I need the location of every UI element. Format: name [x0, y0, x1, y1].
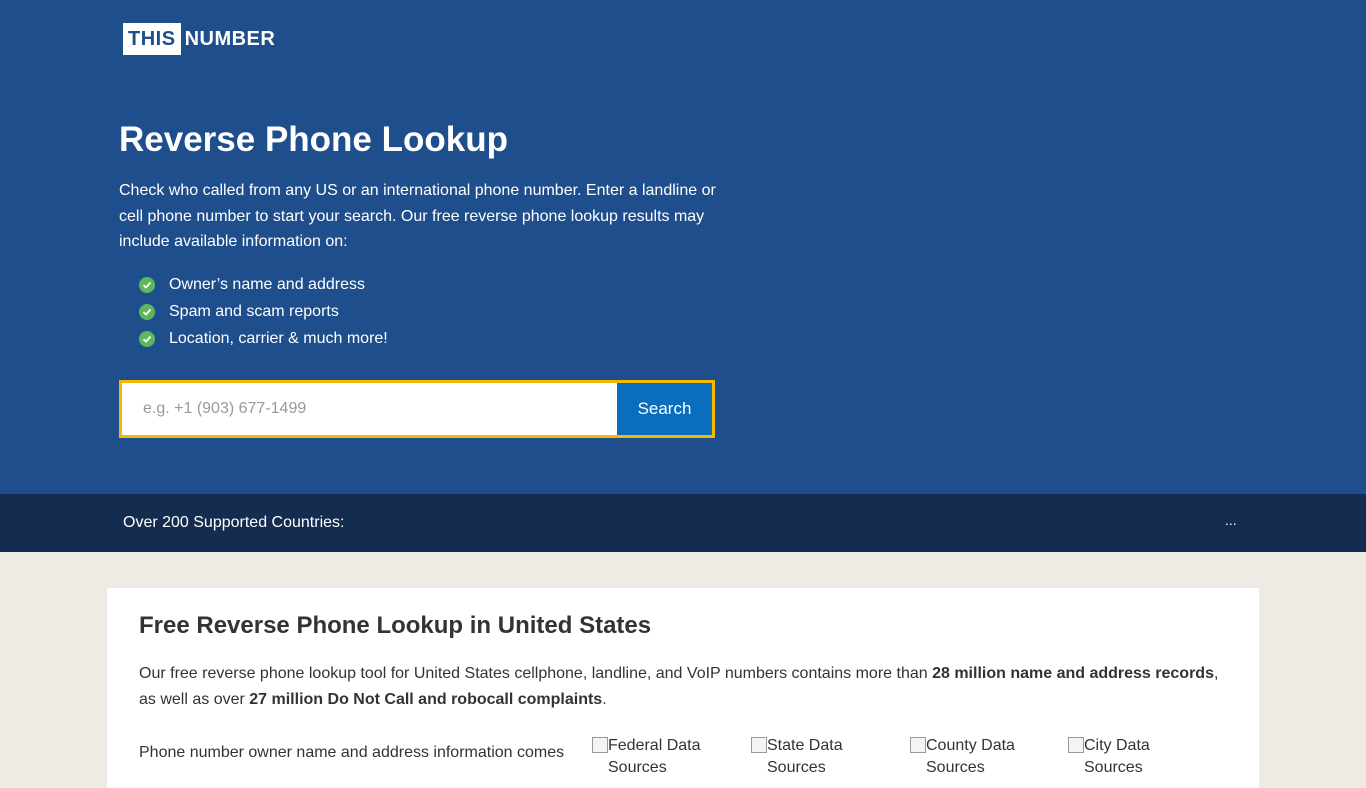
phone-search-input[interactable]	[122, 383, 617, 435]
desc-highlight: 28 million name and address records	[932, 665, 1214, 682]
state-data-image: State Data Sources	[751, 735, 881, 779]
search-button[interactable]: Search	[617, 383, 712, 435]
search-form: Search	[119, 380, 715, 438]
desc-text: Our free reverse phone lookup tool for U…	[139, 665, 933, 682]
feature-list: Owner’s name and address Spam and scam r…	[139, 271, 388, 352]
source-alt-text: Federal Data Sources	[608, 737, 701, 776]
broken-image-icon	[592, 737, 608, 753]
desc-highlight: 27 million Do Not Call and robocall comp…	[249, 691, 603, 708]
county-data-image: County Data Sources	[910, 735, 1040, 779]
feature-label: Location, carrier & much more!	[169, 329, 388, 347]
site-logo[interactable]: THIS NUMBER	[123, 23, 275, 55]
source-alt-text: State Data Sources	[767, 737, 843, 776]
check-icon	[139, 330, 155, 347]
hero-description: Check who called from any US or an inter…	[119, 182, 716, 250]
countries-bar: Over 200 Supported Countries: ...	[0, 494, 1366, 552]
feature-item: Owner’s name and address	[139, 271, 388, 298]
city-data-image: City Data Sources	[1068, 735, 1198, 779]
countries-label: Over 200 Supported Countries:	[123, 514, 345, 531]
card-description: Our free reverse phone lookup tool for U…	[139, 661, 1229, 713]
page-title: Reverse Phone Lookup	[119, 120, 508, 159]
federal-data-image: Federal Data Sources	[592, 735, 722, 779]
desc-text: .	[602, 691, 607, 708]
check-icon	[139, 276, 155, 293]
owner-info-text: Phone number owner name and address info…	[139, 744, 565, 761]
broken-image-icon	[910, 737, 926, 753]
source-alt-text: City Data Sources	[1084, 737, 1150, 776]
countries-more-button[interactable]: ...	[1225, 512, 1237, 528]
hero-section: THIS NUMBER Reverse Phone Lookup Check w…	[0, 0, 1366, 494]
content-card: Free Reverse Phone Lookup in United Stat…	[107, 588, 1259, 788]
broken-image-icon	[751, 737, 767, 753]
feature-label: Spam and scam reports	[169, 302, 339, 320]
logo-box: THIS	[123, 23, 181, 55]
source-alt-text: County Data Sources	[926, 737, 1015, 776]
broken-image-icon	[1068, 737, 1084, 753]
logo-text: NUMBER	[184, 27, 276, 50]
feature-item: Location, carrier & much more!	[139, 325, 388, 352]
check-icon	[139, 303, 155, 320]
feature-label: Owner’s name and address	[169, 275, 365, 293]
card-title: Free Reverse Phone Lookup in United Stat…	[139, 612, 652, 639]
feature-item: Spam and scam reports	[139, 298, 388, 325]
